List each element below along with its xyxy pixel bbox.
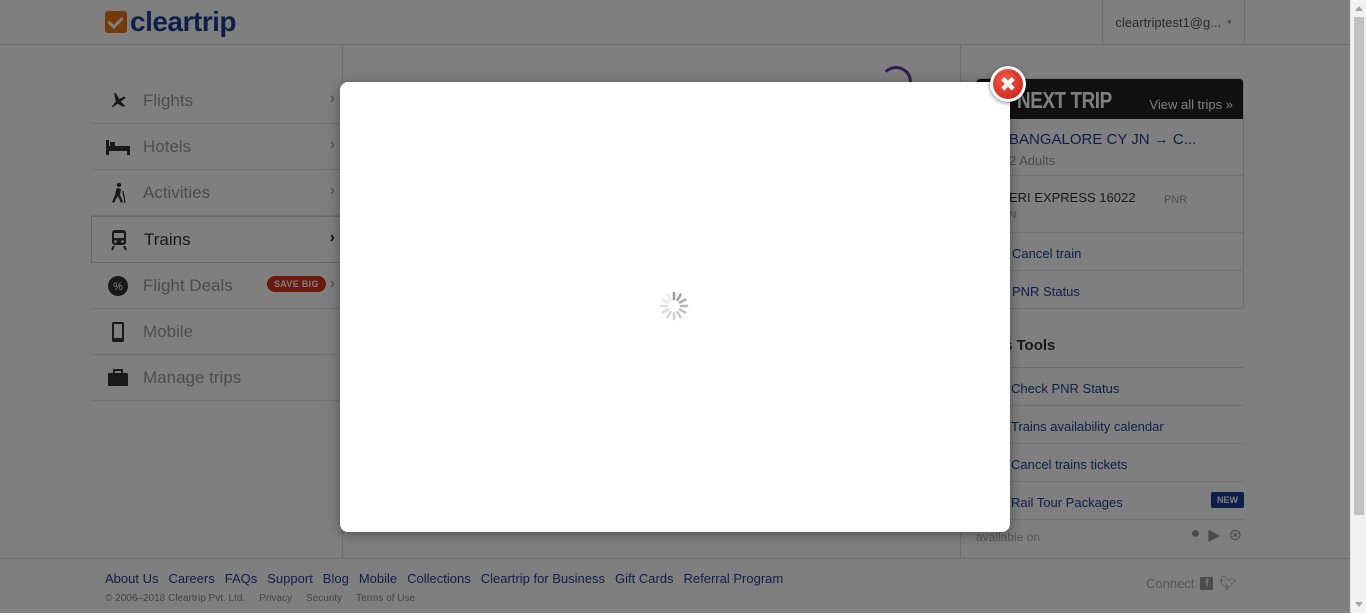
scroll-down-arrow-icon[interactable] xyxy=(1355,602,1363,607)
loading-modal xyxy=(340,82,1010,532)
vertical-scrollbar[interactable] xyxy=(1350,0,1366,613)
scroll-up-arrow-icon[interactable] xyxy=(1355,6,1363,11)
close-icon: ✖ xyxy=(993,69,1023,99)
loading-spinner-icon xyxy=(659,291,689,321)
scrollbar-thumb[interactable] xyxy=(1354,17,1364,515)
close-modal-button[interactable]: ✖ xyxy=(990,66,1026,102)
